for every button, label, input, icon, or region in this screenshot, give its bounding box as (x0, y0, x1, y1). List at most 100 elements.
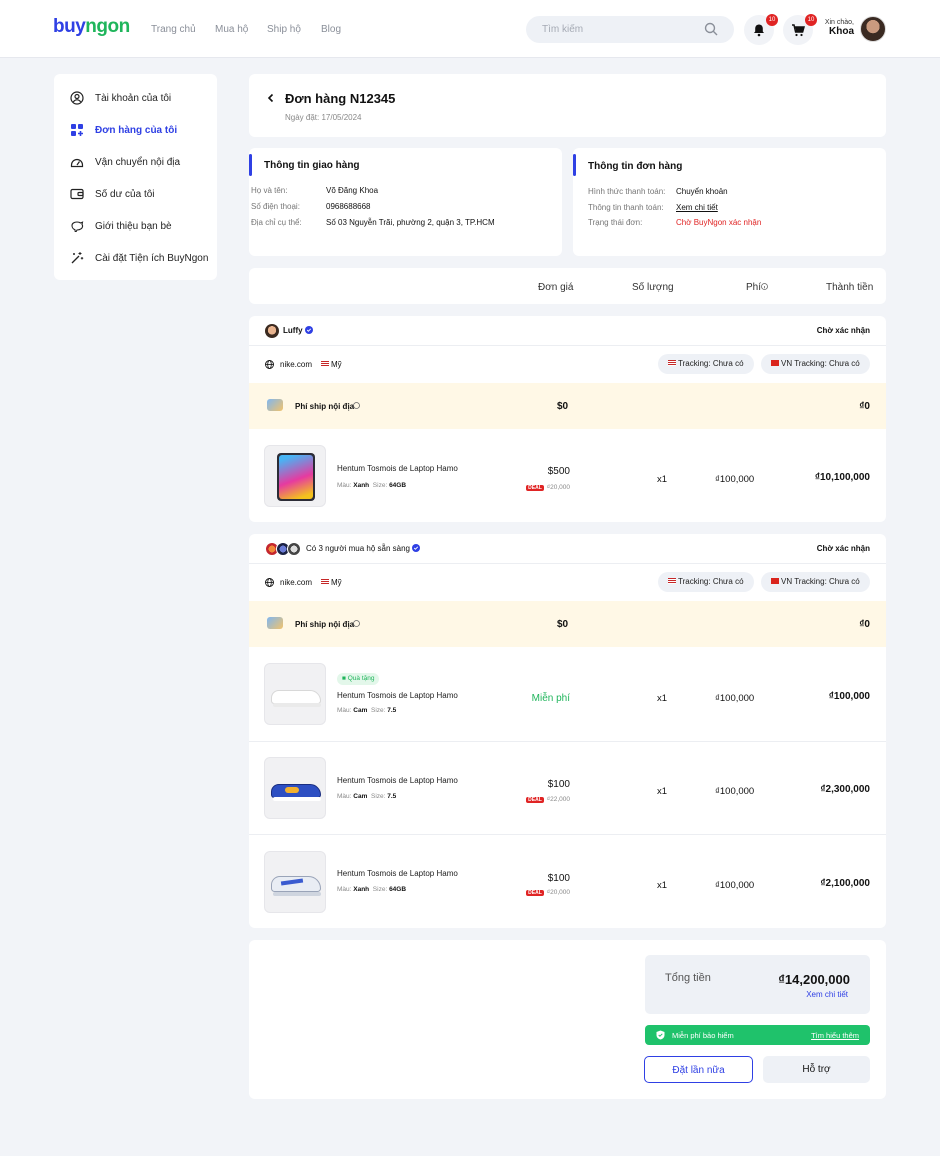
column-price: Đơn giá (538, 282, 574, 293)
product-variant: Màu: Xanh Size: 64GB (337, 886, 407, 893)
vn-flag-icon (771, 578, 779, 584)
shipping-info-title: Thông tin giao hàng (264, 160, 360, 171)
grid-plus-icon (71, 124, 83, 136)
unit-price: $500 (547, 466, 570, 477)
product-variant: Màu: Cam Size: 7.5 (337, 707, 397, 714)
group-status: Chờ xác nhận (816, 326, 870, 335)
fee: ₫100,000 (715, 474, 755, 485)
accent-bar (249, 154, 252, 176)
payment-detail-link[interactable]: Xem chi tiết (676, 203, 718, 212)
vn-tracking-badge[interactable]: VN Tracking: Chưa có (761, 354, 870, 374)
delivery-truck-icon (267, 399, 283, 411)
buyngon-logo[interactable]: buyngon (53, 16, 130, 38)
us-tracking-text: Tracking: Chưa có (678, 359, 744, 368)
ship-label: Phí ship nội địa (295, 402, 355, 411)
user-greeting[interactable]: Xin chào, Khoa (818, 19, 854, 37)
nav-blog[interactable]: Blog (321, 24, 341, 35)
deal-price: DEAL ₫22,000 (526, 796, 570, 803)
order-summary-card: Tổng tiền ₫14,200,000 Xem chi tiết Miễn … (249, 940, 886, 1099)
us-tracking-text: Tracking: Chưa có (678, 577, 744, 586)
product-image-sneaker-blue[interactable] (264, 757, 326, 819)
search-placeholder: Tìm kiếm (542, 24, 584, 35)
order-info-card: Thông tin đơn hàng Hình thức thanh toán:… (573, 148, 886, 256)
total-label: Tổng tiền (665, 972, 711, 984)
learn-more-link[interactable]: Tìm hiểu thêm (811, 1031, 859, 1040)
us-tracking-badge[interactable]: Tracking: Chưa có (658, 354, 754, 374)
column-quantity: Số lượng (632, 282, 674, 293)
divider (249, 345, 886, 346)
line-total: ₫2,300,000 (820, 784, 870, 795)
gauge-icon (70, 158, 84, 168)
ship-total: ₫0 (859, 401, 870, 412)
product-image-tablet[interactable] (264, 445, 326, 507)
reorder-button[interactable]: Đặt lần nữa (644, 1056, 753, 1083)
support-button[interactable]: Hỗ trợ (763, 1056, 870, 1083)
cart-button[interactable]: 10 (783, 14, 817, 45)
fee: ₫100,000 (715, 880, 755, 891)
seller-avatar (265, 324, 279, 338)
product-variant: Màu: Xanh Size: 64GB (337, 482, 407, 489)
product-image-sneaker-white[interactable] (264, 663, 326, 725)
sidebar-item-domestic-shipping[interactable]: Vận chuyển nội địa (70, 152, 180, 172)
info-icon[interactable] (353, 620, 360, 627)
cart-icon (792, 24, 805, 37)
divider (249, 834, 886, 835)
domestic-shipping-row: Phí ship nội địa $0 ₫0 (249, 601, 886, 647)
order-header-card: Đơn hàng N12345 Ngày đặt: 17/05/2024 (249, 74, 886, 137)
product-name[interactable]: Hentum Tosmois de Laptop Hamo (337, 869, 458, 878)
top-header: buyngon Trang chủ Mua hộ Ship hộ Blog Tì… (0, 0, 940, 58)
info-icon[interactable] (761, 283, 768, 290)
user-name: Khoa (829, 26, 854, 37)
nav-buy-for-me[interactable]: Mua hộ (215, 24, 248, 35)
order-info-title: Thông tin đơn hàng (588, 161, 683, 172)
address-value: Số 03 Nguyễn Trãi, phường 2, quận 3, TP.… (326, 218, 495, 227)
order-title: Đơn hàng N12345 (285, 91, 396, 106)
notification-button[interactable]: 10 (744, 14, 778, 45)
globe-icon (265, 360, 274, 369)
name-label: Họ và tên: (251, 186, 288, 195)
divider (249, 563, 886, 564)
sidebar-item-extension-settings[interactable]: Cài đặt Tiện ích BuyNgon (70, 248, 208, 268)
us-flag-icon (321, 579, 329, 585)
info-icon[interactable] (353, 402, 360, 409)
cart-badge: 10 (805, 14, 817, 26)
nav-home[interactable]: Trang chủ (151, 24, 196, 35)
deal-badge: DEAL (526, 485, 544, 491)
product-name[interactable]: Hentum Tosmois de Laptop Hamo (337, 691, 458, 700)
sidebar-item-balance[interactable]: Số dư của tôi (70, 184, 155, 204)
store-name[interactable]: nike.com (280, 360, 312, 369)
payment-method-label: Hình thức thanh toán: (588, 187, 666, 196)
fee: ₫100,000 (715, 786, 755, 797)
product-name[interactable]: Hentum Tosmois de Laptop Hamo (337, 776, 458, 785)
product-name[interactable]: Hentum Tosmois de Laptop Hamo (337, 464, 458, 473)
product-variant: Màu: Cam Size: 7.5 (337, 793, 397, 800)
sidebar-item-orders[interactable]: Đơn hàng của tôi (70, 120, 177, 140)
sidebar-item-referral[interactable]: Giới thiệu bạn bè (70, 216, 172, 236)
deal-price: DEAL ₫20,000 (526, 484, 570, 491)
total-detail-link[interactable]: Xem chi tiết (806, 990, 848, 999)
store-country: Mỹ (331, 360, 342, 369)
store-name[interactable]: nike.com (280, 578, 312, 587)
back-arrow-icon[interactable] (266, 93, 276, 103)
wallet-icon (70, 188, 84, 200)
free-price: Miễn phí (531, 693, 570, 704)
search-icon[interactable] (704, 22, 718, 36)
nav-ship-for-me[interactable]: Ship hộ (267, 24, 301, 35)
us-tracking-badge[interactable]: Tracking: Chưa có (658, 572, 754, 592)
seller-name[interactable]: Luffy (283, 326, 303, 335)
product-image-sneaker-grey[interactable] (264, 851, 326, 913)
unit-price: $100 (547, 873, 570, 884)
sidebar-item-label: Cài đặt Tiện ích BuyNgon (95, 252, 209, 264)
sidebar-item-account[interactable]: Tài khoản của tôi (70, 88, 171, 108)
sidebar: Tài khoản của tôi Đơn hàng của tôi Vận c… (54, 74, 217, 280)
order-group: Luffy Chờ xác nhận nike.com Mỹ Tracking:… (249, 316, 886, 522)
domestic-shipping-row: Phí ship nội địa $0 ₫0 (249, 383, 886, 429)
search-input[interactable]: Tìm kiếm (526, 16, 734, 43)
vn-tracking-badge[interactable]: VN Tracking: Chưa có (761, 572, 870, 592)
us-flag-icon (668, 360, 676, 366)
avatar[interactable] (860, 16, 886, 42)
buyers-available[interactable]: Có 3 người mua hộ sẵn sàng (306, 544, 410, 553)
quantity: x1 (657, 693, 668, 704)
order-status-label: Trạng thái đơn: (588, 218, 643, 227)
deal-badge: DEAL (526, 890, 544, 896)
